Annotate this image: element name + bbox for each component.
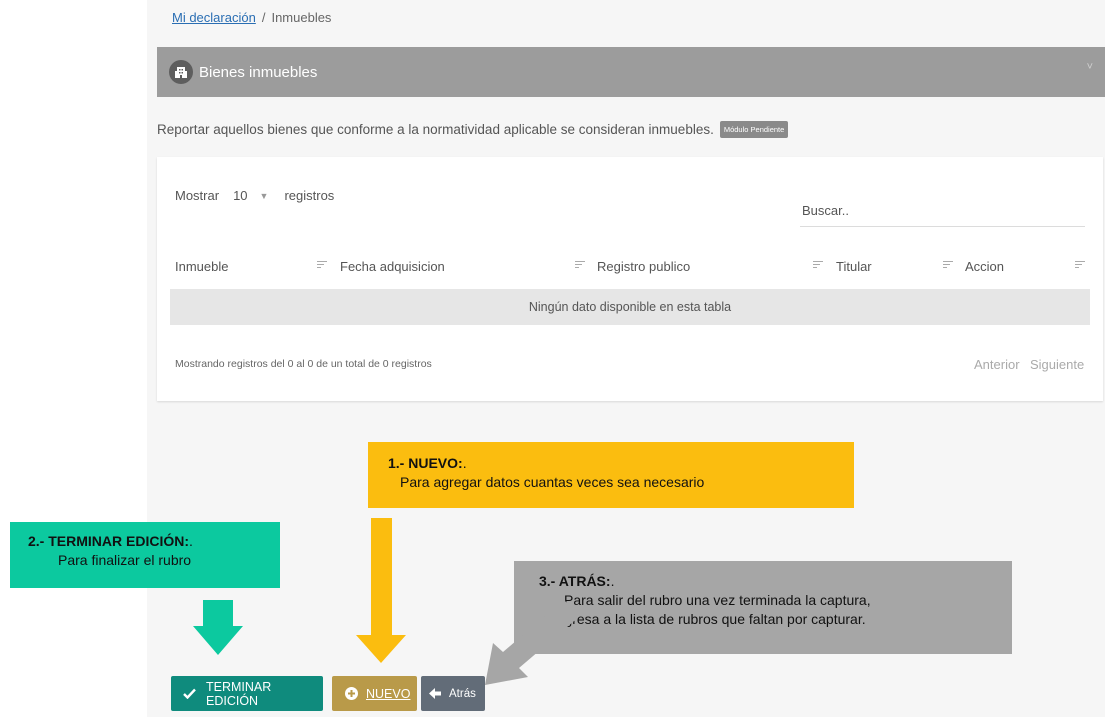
atras-button[interactable]: Atrás — [421, 676, 485, 711]
atras-label: Atrás — [449, 687, 476, 700]
description-text: Reportar aquellos bienes que conforme a … — [157, 122, 714, 137]
page-size-select[interactable]: 10 ▼ — [233, 188, 268, 203]
chevron-down-icon[interactable]: ˅ — [1087, 61, 1093, 73]
callout-atras: 3.- ATRÁS:. Para salir del rubro una vez… — [514, 561, 1012, 654]
callout-nuevo: 1.- NUEVO:. Para agregar datos cuantas v… — [368, 442, 854, 508]
sort-icon[interactable] — [943, 261, 953, 270]
nuevo-label: NUEVO — [366, 686, 411, 701]
callout-nuevo-text: Para agregar datos cuantas veces sea nec… — [400, 474, 705, 490]
column-header-registro[interactable]: Registro publico — [597, 259, 690, 274]
section-title: Bienes inmuebles — [199, 63, 318, 81]
callout-terminar: 2.- TERMINAR EDICIÓN:. Para finalizar el… — [10, 522, 280, 588]
building-icon — [169, 60, 193, 84]
callout-atras-title: 3.- ATRÁS: — [539, 573, 611, 589]
table-card: Mostrar 10 ▼ registros Inmueble Fecha ad… — [157, 157, 1103, 401]
column-header-titular[interactable]: Titular — [836, 259, 872, 274]
plus-circle-icon — [345, 687, 358, 700]
column-header-fecha[interactable]: Fecha adquisicion — [340, 259, 445, 274]
callout-nuevo-suffix: . — [462, 455, 467, 471]
sort-icon[interactable] — [813, 261, 823, 270]
sort-icon[interactable] — [317, 261, 327, 270]
search-input[interactable] — [800, 195, 1085, 227]
callout-atras-text: Para salir del rubro una vez terminada l… — [564, 592, 871, 608]
terminar-edicion-button[interactable]: TERMINAR EDICIÓN — [171, 676, 323, 711]
callout-terminar-text: Para finalizar el rubro — [58, 552, 192, 568]
arrow-left-icon — [429, 688, 441, 699]
page-size-value: 10 — [233, 188, 248, 203]
page-size-control: Mostrar 10 ▼ registros — [175, 188, 334, 203]
breadcrumb-separator: / — [261, 10, 266, 25]
records-label: registros — [284, 188, 335, 203]
callout-terminar-title: 2.- TERMINAR EDICIÓN: — [28, 533, 189, 549]
caret-down-icon: ▼ — [259, 190, 269, 201]
status-badge: Módulo Pendiente — [719, 121, 789, 138]
section-header[interactable]: Bienes inmuebles ˅ — [157, 47, 1105, 97]
sort-icon[interactable] — [575, 261, 585, 270]
callout-atras-text-2: regresa a la lista de rubros que faltan … — [552, 611, 866, 627]
nuevo-button[interactable]: NUEVO — [332, 676, 417, 711]
table-info: Mostrando registros del 0 al 0 de un tot… — [175, 358, 432, 370]
breadcrumb-current: Inmuebles — [271, 10, 332, 25]
terminar-edicion-label: TERMINAR EDICIÓN — [206, 679, 272, 708]
pagination-next[interactable]: Siguiente — [1030, 357, 1084, 372]
column-header-inmueble[interactable]: Inmueble — [175, 259, 228, 274]
sort-icon[interactable] — [1075, 261, 1085, 270]
check-icon — [183, 688, 196, 699]
breadcrumb: Mi declaración / Inmuebles — [172, 10, 331, 25]
callout-terminar-suffix: . — [189, 533, 193, 549]
callout-atras-suffix: . — [610, 573, 615, 589]
section-description: Reportar aquellos bienes que conforme a … — [157, 121, 789, 138]
show-label: Mostrar — [175, 188, 220, 203]
empty-table-row: Ningún dato disponible en esta tabla — [170, 289, 1090, 325]
breadcrumb-link-declaracion[interactable]: Mi declaración — [172, 10, 256, 25]
column-header-accion[interactable]: Accion — [965, 259, 1004, 274]
callout-nuevo-title: 1.- NUEVO: — [388, 455, 463, 471]
pagination-previous[interactable]: Anterior — [974, 357, 1020, 372]
